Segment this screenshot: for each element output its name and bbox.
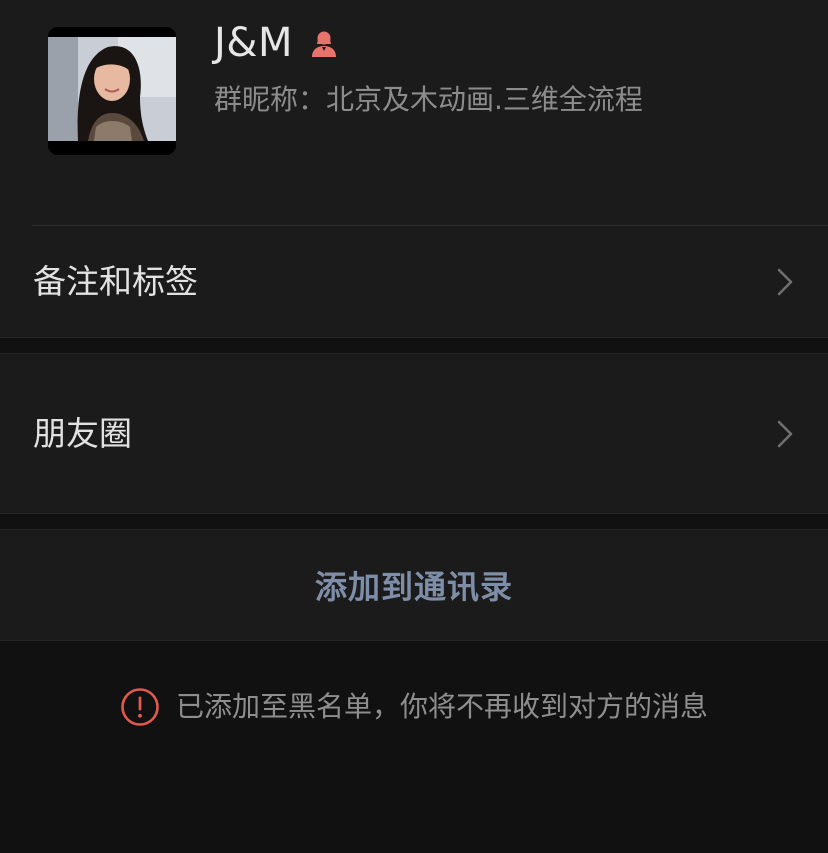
profile-header: J&M 群昵称：北京及木动画.三维全流程 (0, 0, 828, 226)
blacklist-notice: 已添加至黑名单，你将不再收到对方的消息 (0, 682, 828, 732)
moments-label: 朋友圈 (33, 413, 132, 453)
contact-name: J&M (214, 20, 293, 66)
chevron-right-icon (777, 268, 793, 295)
moments-cell[interactable]: 朋友圈 (0, 354, 828, 513)
divider (0, 640, 828, 641)
blacklist-notice-text: 已添加至黑名单，你将不再收到对方的消息 (175, 690, 708, 723)
chevron-right-icon (777, 420, 793, 447)
avatar-photo (48, 27, 176, 155)
name-row: J&M (214, 18, 339, 68)
remarks-and-tags-cell[interactable]: 备注和标签 (0, 226, 828, 337)
female-icon (309, 28, 339, 58)
contact-profile-page: J&M 群昵称：北京及木动画.三维全流程 备注和标签 朋友圈 添加到通讯录 已添… (0, 0, 828, 853)
add-to-contacts-button[interactable]: 添加到通讯录 (0, 530, 828, 640)
remarks-and-tags-label: 备注和标签 (33, 261, 198, 301)
warning-icon (121, 688, 159, 726)
divider (0, 337, 828, 338)
avatar[interactable] (48, 27, 176, 155)
group-nickname: 群昵称：北京及木动画.三维全流程 (214, 83, 643, 116)
divider (0, 513, 828, 514)
add-to-contacts-label: 添加到通讯录 (314, 568, 513, 606)
